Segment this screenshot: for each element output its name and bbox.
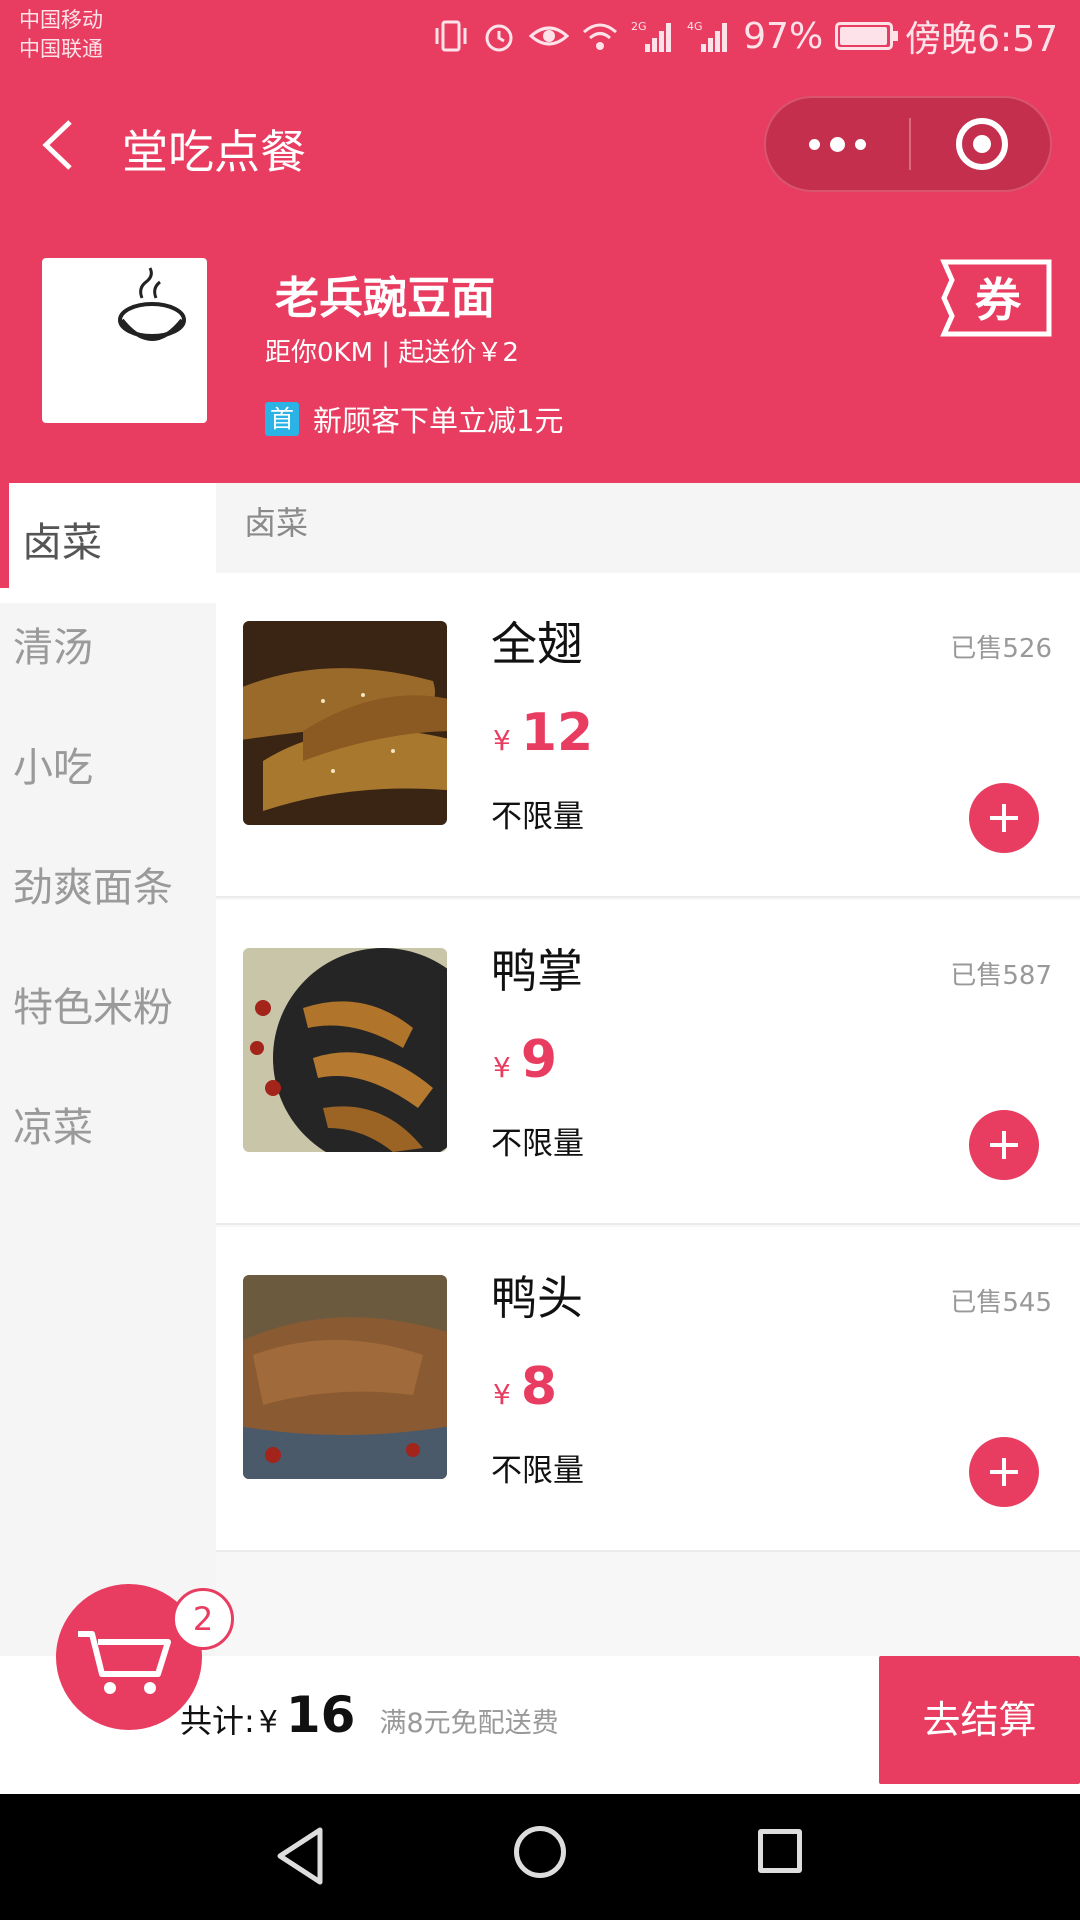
carrier-1: 中国移动: [19, 8, 103, 32]
stock-label: 不限量: [491, 799, 584, 835]
add-to-cart-button[interactable]: [969, 1110, 1039, 1180]
menu-item[interactable]: 全翅 已售526 ¥12 不限量: [216, 573, 1080, 898]
capsule-divider: [909, 118, 911, 170]
sidebar-item-xiaochi[interactable]: 小吃: [0, 708, 216, 828]
category-sidebar: 卤菜 清汤 小吃 劲爽面条 特色米粉 凉菜: [0, 483, 216, 1663]
menu-item[interactable]: 鸭头 已售545 ¥8 不限量: [216, 1227, 1080, 1552]
total-amount: 16: [285, 1686, 356, 1744]
back-arrow-icon[interactable]: [36, 118, 86, 172]
dish-price: ¥9: [493, 1030, 557, 1090]
header: 中国移动 中国联通 2G 4G 97% 傍晚6:57 堂吃点餐 老兵豌豆面 距你…: [0, 0, 1080, 483]
checkout-button[interactable]: 去结算: [879, 1656, 1080, 1784]
android-nav-bar: [0, 1794, 1080, 1920]
sidebar-item-lucai[interactable]: 卤菜: [0, 483, 216, 603]
svg-text:4G: 4G: [687, 20, 703, 33]
coupon-icon[interactable]: 券: [938, 258, 1053, 338]
shop-meta: 距你0KM | 起送价￥2: [265, 338, 519, 368]
add-to-cart-button[interactable]: [969, 783, 1039, 853]
vibrate-icon: [435, 20, 467, 52]
promo-row: 首 新顾客下单立减1元: [265, 398, 563, 440]
currency-symbol: ¥: [493, 1378, 511, 1411]
svg-text:2G: 2G: [631, 20, 647, 33]
dish-photo: [243, 948, 447, 1152]
clock: 傍晚6:57: [905, 19, 1058, 60]
shop-name: 老兵豌豆面: [275, 273, 495, 324]
close-target-icon[interactable]: [956, 118, 1008, 170]
svg-text:券: 券: [975, 273, 1022, 327]
eye-icon: [529, 26, 570, 46]
titlebar: 堂吃点餐: [0, 90, 1080, 200]
carriers: 中国移动 中国联通: [19, 6, 103, 64]
delivery-note: 满8元免配送费: [379, 1708, 559, 1739]
stock-label: 不限量: [491, 1453, 584, 1489]
menu-item[interactable]: 鸭掌 已售587 ¥9 不限量: [216, 900, 1080, 1225]
dish-photo: [243, 1275, 447, 1479]
add-to-cart-button[interactable]: [969, 1437, 1039, 1507]
cart-total: 共计: ¥ 16 满8元免配送费: [180, 1686, 559, 1744]
more-icon[interactable]: [766, 98, 909, 190]
carrier-2: 中国联通: [19, 37, 103, 61]
shop-logo-art: [118, 267, 186, 341]
status-bar: 中国移动 中国联通 2G 4G 97% 傍晚6:57: [0, 0, 1080, 76]
sold-count: 已售526: [950, 634, 1052, 664]
section-header: 卤菜: [216, 483, 1080, 573]
menu-list: 卤菜 全翅 已售526 ¥12 不限量 鸭掌 已售587 ¥ 9 不限量 鸭头 …: [216, 483, 1080, 1663]
battery-level: [840, 27, 887, 45]
promo-text: 新顾客下单立减1元: [313, 404, 564, 438]
sold-count: 已售587: [950, 961, 1052, 991]
dish-name: 鸭掌: [491, 944, 583, 998]
status-icons: 2G 4G 97% 傍晚6:57: [433, 12, 1058, 60]
signal-2g-icon: 2G: [631, 20, 672, 52]
dish-name: 全翅: [491, 617, 583, 671]
page-title: 堂吃点餐: [122, 125, 306, 179]
currency-symbol: ¥: [493, 1051, 511, 1084]
nav-recent-icon[interactable]: [758, 1829, 802, 1873]
sidebar-item-tese-mifen[interactable]: 特色米粉: [0, 948, 216, 1068]
new-customer-badge: 首: [265, 402, 299, 436]
alarm-icon: [485, 24, 513, 52]
total-currency: ¥: [258, 1705, 278, 1740]
dish-price: ¥12: [493, 703, 593, 763]
wifi-icon: [583, 23, 618, 50]
cart-count-badge: 2: [172, 1588, 234, 1650]
sidebar-item-qingtang[interactable]: 清汤: [0, 588, 216, 708]
stock-label: 不限量: [491, 1126, 584, 1162]
price-value: 12: [520, 703, 594, 763]
dish-price: ¥8: [493, 1357, 557, 1417]
signal-4g-icon: 4G: [687, 20, 728, 52]
currency-symbol: ¥: [493, 724, 511, 757]
nav-home-icon[interactable]: [514, 1826, 566, 1878]
dish-name: 鸭头: [491, 1271, 583, 1325]
battery-icon: [835, 22, 899, 50]
sidebar-item-liangcai[interactable]: 凉菜: [0, 1068, 216, 1188]
mini-program-capsule: [764, 96, 1052, 192]
dish-photo: [243, 621, 447, 825]
sidebar-item-jinshuang-miantiao[interactable]: 劲爽面条: [0, 828, 216, 948]
battery-percent: 97%: [743, 15, 824, 57]
nav-back-icon[interactable]: [270, 1824, 330, 1888]
price-value: 8: [520, 1357, 558, 1417]
shop-logo: [42, 258, 207, 423]
sold-count: 已售545: [950, 1288, 1052, 1318]
price-value: 9: [520, 1030, 558, 1090]
